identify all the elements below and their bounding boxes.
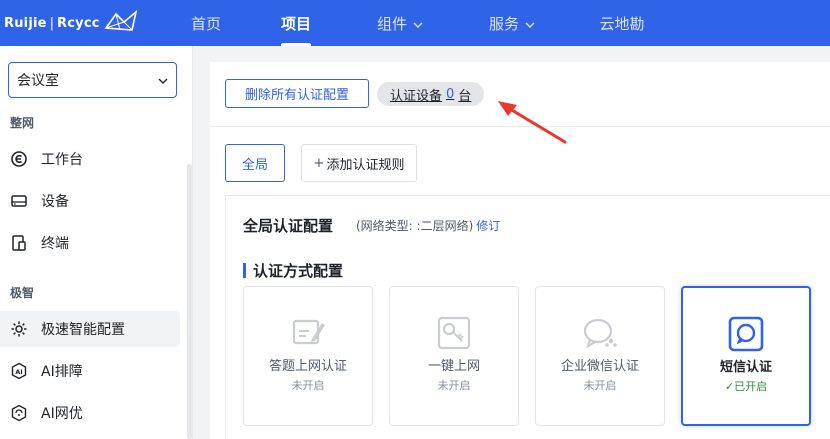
sidebar-item-devices-label: 设备 — [41, 194, 69, 210]
sidebar-item-dashboard-label: 工作台 — [41, 152, 83, 168]
sidebar-item-terminals-label: 终端 — [41, 236, 69, 252]
add-auth-rule-label: 添加认证规则 — [326, 157, 405, 173]
sidebar-item-smart-config[interactable]: 极速智能配置 — [0, 311, 180, 347]
edit-network-type-link[interactable]: 修订 — [476, 219, 500, 233]
nav-cloud-survey-label: 云地勘 — [599, 14, 645, 33]
quiz-auth-icon — [288, 315, 328, 351]
site-select-value: 会议室 — [17, 73, 59, 89]
nav-item-services[interactable]: 服务 — [484, 0, 540, 46]
top-nav-bar: Ruijie | Rcycc 首页 项目 组件 服务 云地勘 — [0, 0, 830, 46]
nav-projects-label: 项目 — [280, 14, 311, 33]
auth-method-section-title: 认证方式配置 — [243, 260, 343, 281]
dashboard-icon — [10, 150, 28, 168]
nav-services-label: 服务 — [488, 14, 519, 33]
nav-components-label: 组件 — [376, 14, 407, 33]
sidebar-item-ai-troubleshoot[interactable]: AI AI排障 — [0, 353, 180, 389]
nav-item-components[interactable]: 组件 — [372, 0, 428, 46]
auth-device-count-prefix: 认证设备 — [390, 88, 443, 104]
device-icon — [10, 192, 28, 210]
sidebar-scrollbar[interactable] — [187, 164, 192, 439]
tab-global[interactable]: 全局 — [225, 144, 285, 182]
sidebar-item-ai-troubleshoot-label: AI排障 — [41, 364, 83, 380]
network-type-info: (网络类型: :二层网络) 修订 — [356, 217, 500, 234]
auth-device-count-number: 0 — [446, 86, 455, 102]
wecom-icon — [580, 315, 620, 351]
svg-text:AI: AI — [15, 368, 22, 376]
site-select[interactable]: 会议室 — [8, 62, 177, 98]
auth-card-wecom[interactable]: 企业微信认证 未开启 — [535, 286, 665, 426]
global-config-section: 全局认证配置 (网络类型: :二层网络) 修订 认证方式配置 答题上网认证 未开启… — [225, 195, 830, 439]
auth-card-quiz[interactable]: 答题上网认证 未开启 — [243, 286, 373, 426]
delete-all-auth-config-button[interactable]: 删除所有认证配置 — [225, 79, 369, 108]
smart-config-icon — [10, 320, 28, 338]
sidebar-item-dashboard[interactable]: 工作台 — [0, 141, 180, 177]
auth-card-name: 答题上网认证 — [268, 359, 347, 374]
auth-card-one-click[interactable]: 一键上网 未开启 — [389, 286, 519, 426]
sidebar: 会议室 整网 工作台 设备 终端 极智 极速智能配置 AI AI排障 AI网优 — [0, 46, 193, 439]
nav-item-home[interactable]: 首页 — [186, 0, 226, 46]
sidebar-item-devices[interactable]: 设备 — [0, 183, 180, 219]
auth-card-status: 未开启 — [583, 379, 617, 392]
global-config-title: 全局认证配置 — [243, 217, 334, 235]
sidebar-group-smart-label: 极智 — [10, 286, 35, 300]
sidebar-item-ai-optimize-label: AI网优 — [41, 406, 83, 422]
auth-card-sms[interactable]: 短信认证 ✓已开启 — [681, 286, 811, 426]
sidebar-item-ai-optimize[interactable]: AI网优 — [0, 395, 180, 431]
sidebar-group-network-label: 整网 — [10, 116, 35, 130]
auth-card-name: 一键上网 — [427, 359, 480, 374]
auth-device-count-badge[interactable]: 认证设备 0 台 — [377, 82, 485, 106]
sidebar-item-terminals[interactable]: 终端 — [0, 225, 180, 261]
ai-troubleshoot-icon: AI — [10, 362, 28, 380]
add-auth-rule-button[interactable]: + 添加认证规则 — [301, 144, 417, 182]
nav-item-projects[interactable]: 项目 — [276, 0, 316, 46]
plus-icon: + — [313, 155, 325, 171]
chevron-down-icon — [525, 14, 535, 32]
auth-device-count-unit: 台 — [458, 88, 472, 104]
annotation-arrow-icon — [498, 101, 567, 144]
auth-card-status: 未开启 — [437, 379, 471, 392]
check-icon: ✓ — [724, 380, 735, 393]
auth-card-name: 短信认证 — [719, 360, 772, 375]
auth-card-status: 未开启 — [291, 379, 325, 392]
sidebar-item-smart-config-label: 极速智能配置 — [41, 322, 125, 338]
brand-name-right: Rcycc — [57, 15, 100, 31]
one-click-icon — [434, 315, 474, 351]
brand-name-left: Ruijie — [4, 15, 47, 31]
nav-home-label: 首页 — [190, 14, 221, 33]
brand-mark-icon — [104, 9, 138, 36]
terminal-icon — [10, 234, 28, 252]
auth-card-status: ✓已开启 — [683, 378, 809, 394]
chevron-down-icon — [413, 14, 423, 32]
nav-item-cloud-survey[interactable]: 云地勘 — [596, 0, 648, 46]
network-type-text: (网络类型: :二层网络) — [356, 219, 474, 233]
brand-logo[interactable]: Ruijie | Rcycc — [0, 0, 190, 46]
auth-card-status-text: 已开启 — [734, 380, 768, 393]
brand-separator: | — [49, 15, 55, 31]
sms-icon — [726, 316, 766, 352]
ai-optimize-icon — [10, 404, 28, 422]
chevron-down-icon — [158, 72, 168, 88]
auth-card-name: 企业微信认证 — [560, 359, 639, 374]
